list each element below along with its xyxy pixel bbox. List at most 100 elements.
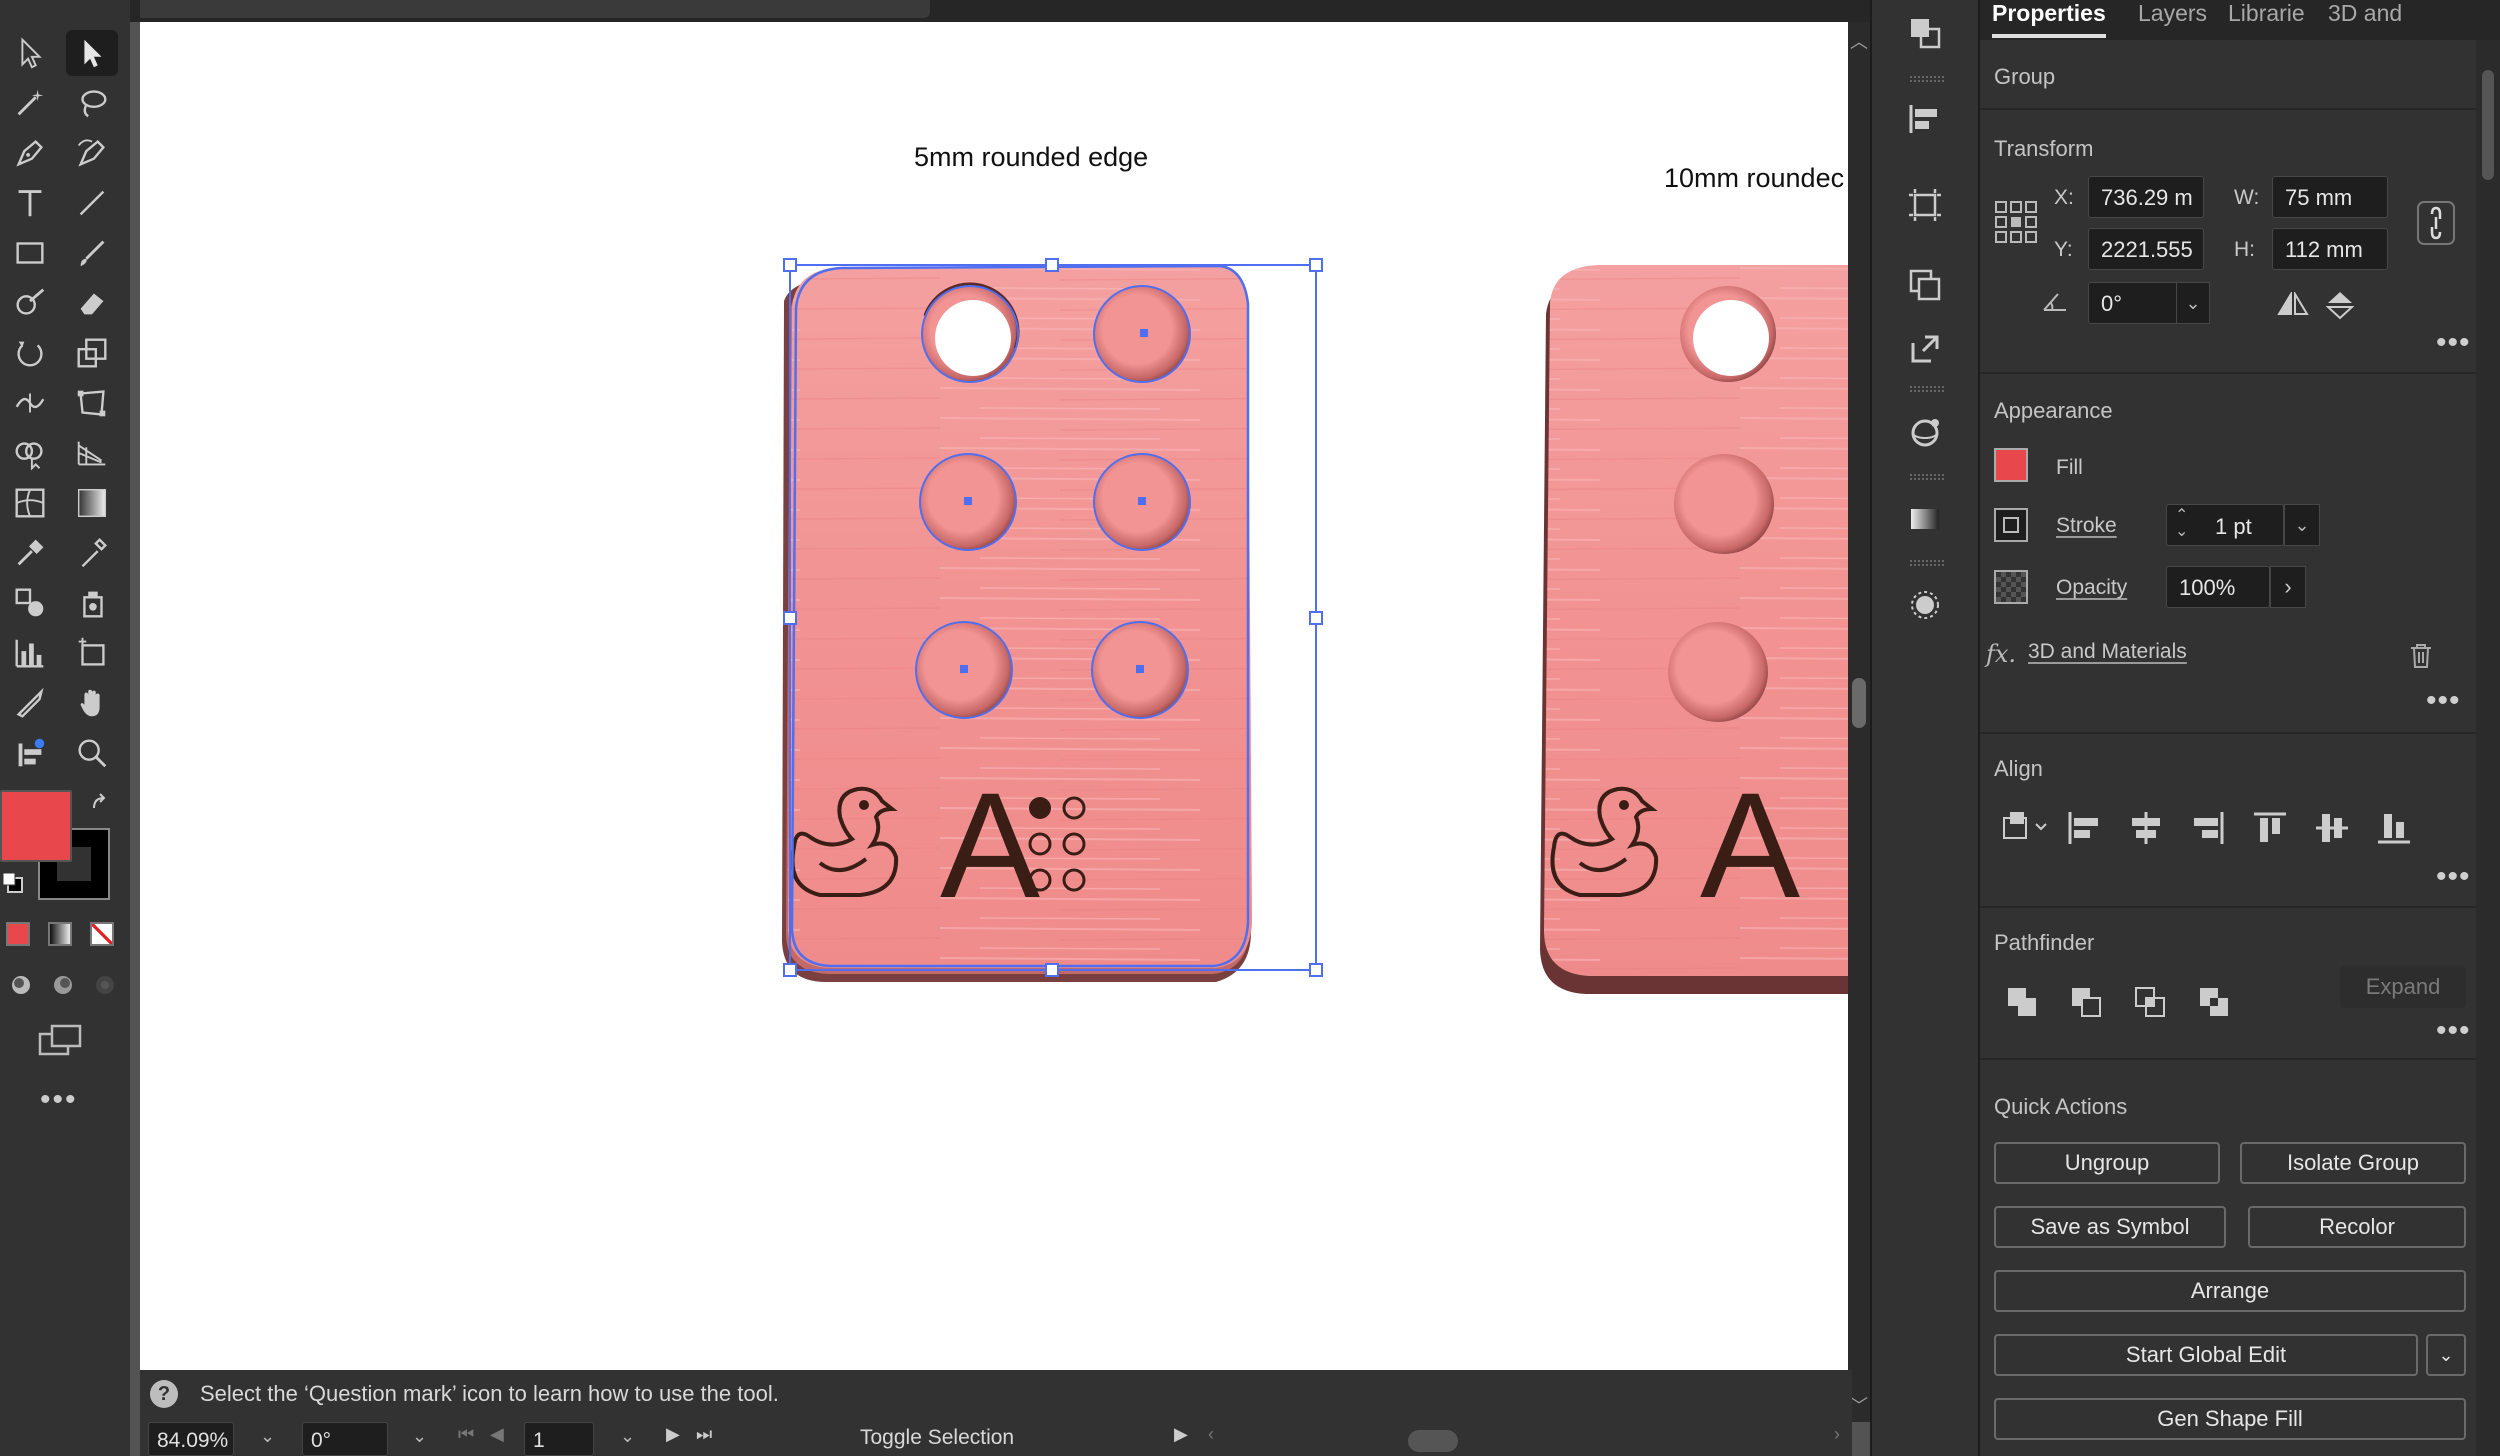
- default-fill-stroke-icon[interactable]: [0, 870, 26, 896]
- constrain-proportions-icon[interactable]: [2416, 200, 2456, 246]
- measure-tool-icon[interactable]: [66, 530, 118, 576]
- toggle-menu-icon[interactable]: ▶: [1174, 1424, 1188, 1445]
- export-panel-icon[interactable]: [1900, 326, 1950, 372]
- column-graph-tool-icon[interactable]: [4, 630, 56, 676]
- gen-shape-fill-button[interactable]: Gen Shape Fill: [1994, 1398, 2466, 1440]
- zoom-tool-icon[interactable]: [66, 730, 118, 776]
- align-bottom-icon[interactable]: [2374, 808, 2414, 848]
- expand-button[interactable]: Expand: [2340, 966, 2466, 1008]
- fill-color-swatch[interactable]: [0, 790, 72, 862]
- scroll-up-icon[interactable]: ︿: [1850, 28, 1868, 54]
- rotation-angle-field[interactable]: 0°: [2088, 282, 2178, 324]
- eyedropper-tool-icon[interactable]: [4, 530, 56, 576]
- toolbar-edit-icon[interactable]: [4, 730, 56, 776]
- perspective-grid-tool-icon[interactable]: [66, 430, 118, 476]
- symbol-sprayer-tool-icon[interactable]: [66, 580, 118, 626]
- prev-artboard-icon[interactable]: ◀: [490, 1424, 504, 1445]
- more-tools-icon[interactable]: •••: [40, 1085, 78, 1115]
- fx-icon[interactable]: fx.: [1986, 640, 2016, 668]
- hscroll-left-icon[interactable]: ‹: [1208, 1424, 1214, 1445]
- height-field[interactable]: 112 mm: [2272, 228, 2388, 270]
- rectangle-tool-icon[interactable]: [4, 230, 56, 276]
- align-top-icon[interactable]: [2250, 808, 2290, 848]
- artboard-tool-icon[interactable]: [66, 630, 118, 676]
- rotation-field[interactable]: 0°: [302, 1422, 388, 1456]
- magic-wand-tool-icon[interactable]: [4, 80, 56, 126]
- toggle-selection-label[interactable]: Toggle Selection: [860, 1426, 1014, 1450]
- trash-icon[interactable]: [2408, 642, 2434, 670]
- hscroll-right-icon[interactable]: ›: [1834, 1424, 1840, 1445]
- eraser-tool-icon[interactable]: [66, 280, 118, 326]
- vertical-scrollbar[interactable]: [1848, 22, 1870, 1422]
- artboards-panel-icon[interactable]: [1900, 262, 1950, 308]
- align-panel-icon[interactable]: [1900, 96, 1950, 142]
- align-to-selection-icon[interactable]: [2000, 806, 2052, 846]
- pathfinder-unite-icon[interactable]: [2002, 982, 2042, 1022]
- stepper-down-icon[interactable]: ⌄: [2175, 521, 2188, 541]
- arrange-button[interactable]: Arrange: [1994, 1270, 2466, 1312]
- draw-normal-icon[interactable]: [6, 970, 36, 1000]
- type-tool-icon[interactable]: [4, 180, 56, 226]
- zoom-dropdown-icon[interactable]: ⌄: [260, 1426, 275, 1447]
- width-field[interactable]: 75 mm: [2272, 176, 2388, 218]
- appearance-more-icon[interactable]: •••: [2426, 686, 2461, 716]
- x-field[interactable]: 736.29 m: [2088, 176, 2204, 218]
- document-canvas[interactable]: 5mm rounded edge 10mm roundec A A ︿ ﹀ ? …: [130, 0, 1870, 1456]
- pathfinder-minus-front-icon[interactable]: [2066, 982, 2106, 1022]
- transform-more-icon[interactable]: •••: [2436, 328, 2471, 358]
- artboard[interactable]: 5mm rounded edge 10mm roundec A A: [140, 22, 1852, 1370]
- recolor-button[interactable]: Recolor: [2248, 1206, 2466, 1248]
- start-global-edit-button[interactable]: Start Global Edit: [1994, 1334, 2418, 1376]
- gradient-tool-icon[interactable]: [66, 480, 118, 526]
- align-right-icon[interactable]: [2188, 808, 2228, 848]
- paintbrush-tool-icon[interactable]: [66, 230, 118, 276]
- opacity-label[interactable]: Opacity: [2056, 576, 2127, 600]
- braille-card-5mm[interactable]: A: [782, 265, 1252, 982]
- gradient-panel-icon[interactable]: [1900, 496, 1950, 542]
- none-mode-button[interactable]: [90, 922, 114, 946]
- line-tool-icon[interactable]: [66, 180, 118, 226]
- free-transform-tool-icon[interactable]: [66, 380, 118, 426]
- lasso-tool-icon[interactable]: [66, 80, 118, 126]
- horizontal-scrollbar-thumb[interactable]: [1408, 1430, 1458, 1452]
- scroll-down-icon[interactable]: ﹀: [1850, 1392, 1868, 1418]
- 3d-materials-link[interactable]: 3D and Materials: [2028, 640, 2187, 664]
- reference-point-icon[interactable]: [1994, 200, 2038, 244]
- last-artboard-icon[interactable]: ⏭: [696, 1424, 712, 1445]
- draw-inside-icon[interactable]: [90, 970, 120, 1000]
- braille-card-10mm[interactable]: A: [1540, 265, 1852, 994]
- first-artboard-icon[interactable]: ⏮: [458, 1424, 474, 1445]
- shaper-tool-icon[interactable]: [4, 280, 56, 326]
- pathfinder-intersect-icon[interactable]: [2130, 982, 2170, 1022]
- opacity-field[interactable]: 100%: [2166, 566, 2270, 608]
- appearance-panel-icon[interactable]: [1900, 582, 1950, 628]
- color-mode-button[interactable]: [6, 922, 30, 946]
- pathfinder-exclude-icon[interactable]: [2194, 982, 2234, 1022]
- tab-3d-and-materials[interactable]: 3D and: [2328, 0, 2402, 27]
- width-tool-icon[interactable]: [4, 380, 56, 426]
- global-edit-options-icon[interactable]: ⌄: [2426, 1334, 2466, 1376]
- stroke-swatch[interactable]: [1994, 508, 2028, 542]
- slice-tool-icon[interactable]: [4, 680, 56, 726]
- flip-vertical-icon[interactable]: [2326, 290, 2354, 320]
- next-artboard-icon[interactable]: ▶: [666, 1424, 680, 1445]
- rotation-angle-dropdown[interactable]: ⌄: [2176, 282, 2210, 324]
- hand-tool-icon[interactable]: [66, 680, 118, 726]
- align-more-icon[interactable]: •••: [2436, 862, 2471, 892]
- swap-fill-stroke-icon[interactable]: [88, 790, 114, 816]
- stroke-label[interactable]: Stroke: [2056, 514, 2117, 538]
- align-horizontal-center-icon[interactable]: [2126, 808, 2166, 848]
- pen-tool-icon[interactable]: [4, 130, 56, 176]
- y-field[interactable]: 2221.555: [2088, 228, 2204, 270]
- shape-builder-tool-icon[interactable]: [4, 430, 56, 476]
- gradient-mode-button[interactable]: [48, 922, 72, 946]
- direct-selection-tool-icon[interactable]: [66, 30, 118, 76]
- opacity-expand-button[interactable]: ›: [2270, 566, 2306, 608]
- question-mark-icon[interactable]: ?: [150, 1380, 178, 1408]
- pathfinder-more-icon[interactable]: •••: [2436, 1016, 2471, 1046]
- isolate-group-button[interactable]: Isolate Group: [2240, 1142, 2466, 1184]
- artboard-dropdown-icon[interactable]: ⌄: [620, 1426, 635, 1447]
- pathfinder-panel-icon[interactable]: [1900, 10, 1950, 56]
- flip-horizontal-icon[interactable]: [2276, 292, 2310, 316]
- save-as-symbol-button[interactable]: Save as Symbol: [1994, 1206, 2226, 1248]
